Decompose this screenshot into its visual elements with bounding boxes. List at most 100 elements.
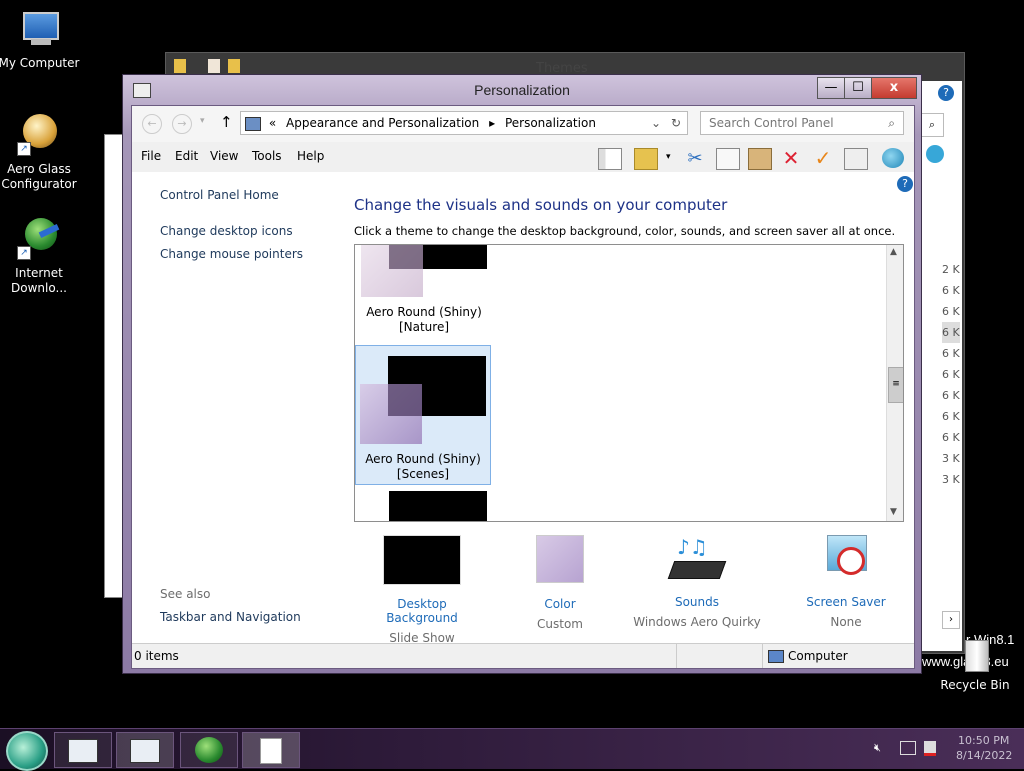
shell-icon[interactable] — [882, 148, 904, 168]
screen-saver-value: None — [830, 615, 862, 629]
file-size: 6 K — [942, 305, 960, 318]
control-panel-icon — [245, 116, 261, 131]
recycle-bin-icon — [953, 636, 997, 674]
desktop-icon-label: Internet Downlo... — [11, 266, 67, 295]
status-bar: 0 items Computer — [132, 643, 914, 668]
theme-preview — [356, 346, 490, 446]
close-button[interactable]: x — [871, 77, 917, 99]
help-icon: ? — [938, 85, 954, 101]
address-row: ← → ▾ ↑ « Appearance and Personalization… — [132, 106, 914, 142]
computer-icon — [17, 8, 61, 52]
taskbar-document-button[interactable] — [242, 732, 300, 768]
file-size: 6 K — [942, 431, 960, 444]
recent-dropdown-icon[interactable]: ▾ — [200, 116, 205, 126]
action-center-icon[interactable] — [924, 741, 936, 756]
file-size: 6 K — [942, 368, 960, 381]
change-desktop-icons-link[interactable]: Change desktop icons — [160, 224, 293, 238]
screen-saver-link[interactable]: Screen Saver — [790, 595, 902, 609]
sounds-link[interactable]: Sounds — [632, 595, 762, 609]
folder-check-icon[interactable] — [634, 148, 658, 170]
maximize-button[interactable]: ☐ — [844, 77, 872, 99]
file-size: 6 K — [942, 410, 960, 423]
color-link[interactable]: Color — [510, 597, 610, 611]
file-size: 6 K — [942, 389, 960, 402]
desktop-icon-internet-download[interactable]: ↗ Internet Downlo... — [0, 218, 82, 296]
menu-view[interactable]: View — [210, 149, 238, 163]
taskbar-internet-download-button[interactable] — [180, 732, 238, 768]
menu-help[interactable]: Help — [297, 149, 324, 163]
minimize-button[interactable]: — — [817, 77, 845, 99]
up-button[interactable]: ↑ — [220, 113, 233, 131]
scroll-up-button[interactable]: ▲ — [890, 247, 897, 257]
desktop-icon-recycle-bin[interactable]: Recycle Bin — [932, 636, 1018, 693]
change-mouse-pointers-link[interactable]: Change mouse pointers — [160, 247, 303, 261]
desktop-icon-my-computer[interactable]: My Computer — [0, 8, 82, 71]
color-setting[interactable]: Color Custom — [510, 535, 610, 631]
copy-icon[interactable] — [716, 148, 740, 170]
desktop-icon-label: My Computer — [0, 56, 80, 70]
sounds-setting[interactable]: ♪♫ Sounds Windows Aero Quirky — [632, 535, 762, 629]
taskbar-navigation-link[interactable]: Taskbar and Navigation — [160, 610, 301, 624]
refresh-button[interactable]: ↻ — [671, 112, 681, 134]
status-location: Computer — [788, 649, 848, 663]
address-bar[interactable]: « Appearance and Personalization ▸ Perso… — [240, 111, 688, 135]
breadcrumb-appearance[interactable]: Appearance and Personalization — [286, 116, 479, 130]
clock-date[interactable]: 8/14/2022 — [956, 749, 1012, 762]
sounds-value: Windows Aero Quirky — [633, 615, 761, 629]
document-icon — [208, 59, 220, 73]
breadcrumb-personalization[interactable]: Personalization — [505, 116, 596, 130]
layout-pane-icon[interactable] — [598, 148, 622, 170]
scroll-down-button[interactable]: ▼ — [890, 507, 897, 517]
start-button[interactable] — [6, 731, 48, 771]
search-icon: ⌕ — [888, 116, 895, 130]
desktop-background-link[interactable]: Desktop Background — [364, 597, 480, 625]
properties-icon[interactable] — [844, 148, 868, 170]
dropdown-arrow-icon[interactable]: ▾ — [666, 152, 671, 162]
theme-item[interactable]: Aero Round (Shiny) [Nature] — [357, 245, 491, 335]
delete-icon[interactable]: ✕ — [780, 148, 802, 168]
clock-time[interactable]: 10:50 PM — [958, 734, 1009, 747]
personalization-window[interactable]: Personalization — ☐ x ← → ▾ ↑ « Appearan… — [122, 74, 922, 674]
theme-list-scrollbar[interactable]: ▲ ≡ ▼ — [886, 245, 903, 521]
help-icon[interactable]: ? — [897, 176, 913, 192]
taskbar-control-panel-button[interactable] — [54, 732, 112, 768]
taskbar: 🔇︎ 10:50 PM 8/14/2022 — [0, 728, 1024, 771]
menu-edit[interactable]: Edit — [175, 149, 198, 163]
network-icon[interactable] — [900, 741, 916, 755]
checkmark-icon[interactable]: ✓ — [812, 148, 834, 168]
forward-button[interactable]: → — [172, 114, 192, 134]
theme-item-selected[interactable]: Aero Round (Shiny) [Scenes] — [355, 345, 491, 485]
theme-list[interactable]: Aero Round (Shiny) [Nature] Aero Round (… — [354, 244, 904, 522]
window-title: Personalization — [474, 82, 570, 98]
taskbar-personalization-button[interactable] — [116, 732, 174, 768]
menu-file[interactable]: File — [141, 149, 161, 163]
breadcrumb-separator[interactable]: ▸ — [489, 116, 495, 130]
computer-icon — [768, 650, 784, 663]
folder-icon — [228, 59, 240, 73]
scrollbar-thumb[interactable]: ≡ — [888, 367, 903, 403]
window-client-area: ← → ▾ ↑ « Appearance and Personalization… — [131, 105, 915, 669]
control-panel-icon — [68, 739, 98, 763]
desktop-icon-aero-glass[interactable]: ↗ Aero Glass Configurator — [0, 114, 82, 192]
file-size: 6 K — [942, 347, 960, 360]
back-button[interactable]: ← — [142, 114, 162, 134]
menu-tools[interactable]: Tools — [252, 149, 282, 163]
control-panel-home-link[interactable]: Control Panel Home — [160, 188, 279, 202]
search-input[interactable]: Search Control Panel ⌕ — [700, 111, 904, 135]
paste-icon[interactable] — [748, 148, 772, 170]
see-also-label: See also — [160, 587, 211, 601]
search-button[interactable]: ⌕ — [920, 113, 944, 137]
cut-icon[interactable]: ✂ — [684, 148, 706, 169]
aero-glass-icon: ↗ — [17, 114, 61, 158]
search-placeholder: Search Control Panel — [709, 116, 834, 130]
desktop-background-setting[interactable]: Desktop Background Slide Show — [364, 535, 480, 645]
breadcrumb-overflow[interactable]: « — [269, 116, 276, 130]
theme-preview — [389, 491, 487, 521]
screen-saver-icon — [823, 535, 869, 583]
address-dropdown-button[interactable]: ⌄ — [651, 112, 661, 134]
screen-saver-setting[interactable]: Screen Saver None — [790, 535, 902, 629]
theme-variant: [Nature] — [398, 320, 450, 334]
color-swatch — [536, 535, 584, 583]
volume-muted-icon[interactable]: 🔇︎ — [874, 741, 881, 755]
scroll-right-button[interactable]: › — [942, 611, 960, 629]
